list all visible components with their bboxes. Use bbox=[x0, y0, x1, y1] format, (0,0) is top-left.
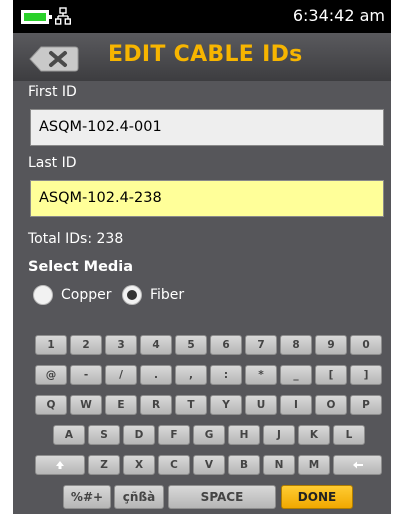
key-c[interactable]: C bbox=[158, 455, 190, 475]
key-z[interactable]: Z bbox=[88, 455, 120, 475]
key-x[interactable]: X bbox=[123, 455, 155, 475]
symbols-key[interactable]: %#+ bbox=[63, 485, 111, 509]
key-shift[interactable] bbox=[35, 455, 85, 475]
key-3[interactable]: 3 bbox=[105, 335, 137, 355]
key-m[interactable]: M bbox=[298, 455, 330, 475]
key-n[interactable]: N bbox=[263, 455, 295, 475]
fiber-radio[interactable] bbox=[122, 285, 142, 305]
key-j[interactable]: J bbox=[263, 425, 295, 445]
key-p[interactable]: P bbox=[350, 395, 382, 415]
key-e[interactable]: E bbox=[105, 395, 137, 415]
key-u[interactable]: U bbox=[245, 395, 277, 415]
key-backspace[interactable] bbox=[333, 455, 382, 475]
copper-radio-label[interactable]: Copper bbox=[61, 287, 111, 303]
key-d[interactable]: D bbox=[123, 425, 155, 445]
key-a[interactable]: A bbox=[53, 425, 85, 445]
total-ids-text: Total IDs: 238 bbox=[28, 231, 124, 247]
fiber-radio-label[interactable]: Fiber bbox=[150, 287, 184, 303]
key-comma[interactable]: , bbox=[175, 365, 207, 385]
title-bar: EDIT CABLE IDs bbox=[13, 33, 391, 81]
last-id-label: Last ID bbox=[28, 155, 77, 171]
key-slash[interactable]: / bbox=[105, 365, 137, 385]
select-media-heading: Select Media bbox=[28, 259, 134, 275]
page-title: EDIT CABLE IDs bbox=[108, 42, 303, 67]
done-button[interactable]: DONE bbox=[281, 485, 353, 509]
key-2[interactable]: 2 bbox=[70, 335, 102, 355]
key-6[interactable]: 6 bbox=[210, 335, 242, 355]
key-s[interactable]: S bbox=[88, 425, 120, 445]
key-t[interactable]: T bbox=[175, 395, 207, 415]
key-y[interactable]: Y bbox=[210, 395, 242, 415]
key-w[interactable]: W bbox=[70, 395, 102, 415]
key-0[interactable]: 0 bbox=[350, 335, 382, 355]
key-period[interactable]: . bbox=[140, 365, 172, 385]
key-hyphen[interactable]: - bbox=[70, 365, 102, 385]
network-icon bbox=[55, 7, 71, 25]
key-9[interactable]: 9 bbox=[315, 335, 347, 355]
key-i[interactable]: I bbox=[280, 395, 312, 415]
key-k[interactable]: K bbox=[298, 425, 330, 445]
accents-key[interactable]: çñßà bbox=[114, 485, 164, 509]
battery-icon bbox=[21, 10, 52, 24]
key-5[interactable]: 5 bbox=[175, 335, 207, 355]
key-underscore[interactable]: _ bbox=[280, 365, 312, 385]
first-id-field[interactable]: ASQM-102.4-001 bbox=[30, 109, 384, 146]
key-7[interactable]: 7 bbox=[245, 335, 277, 355]
copper-radio[interactable] bbox=[33, 285, 53, 305]
key-left-bracket[interactable]: [ bbox=[315, 365, 347, 385]
key-right-bracket[interactable]: ] bbox=[350, 365, 382, 385]
key-q[interactable]: Q bbox=[35, 395, 67, 415]
close-icon[interactable] bbox=[29, 46, 79, 72]
device-screen: 6:34:42 am EDIT CABLE IDs First ID ASQM-… bbox=[13, 0, 391, 514]
status-bar: 6:34:42 am bbox=[13, 0, 391, 33]
key-at[interactable]: @ bbox=[35, 365, 67, 385]
last-id-field[interactable]: ASQM-102.4-238 bbox=[30, 180, 384, 217]
key-8[interactable]: 8 bbox=[280, 335, 312, 355]
key-h[interactable]: H bbox=[228, 425, 260, 445]
clock: 6:34:42 am bbox=[292, 6, 385, 25]
key-g[interactable]: G bbox=[193, 425, 225, 445]
first-id-label: First ID bbox=[28, 84, 77, 100]
backspace-icon bbox=[352, 461, 363, 469]
space-key[interactable]: SPACE bbox=[168, 485, 276, 509]
key-r[interactable]: R bbox=[140, 395, 172, 415]
key-f[interactable]: F bbox=[158, 425, 190, 445]
key-asterisk[interactable]: * bbox=[245, 365, 277, 385]
key-o[interactable]: O bbox=[315, 395, 347, 415]
key-v[interactable]: V bbox=[193, 455, 225, 475]
key-l[interactable]: L bbox=[333, 425, 365, 445]
shift-up-icon bbox=[56, 461, 64, 469]
key-1[interactable]: 1 bbox=[35, 335, 67, 355]
key-colon[interactable]: : bbox=[210, 365, 242, 385]
key-b[interactable]: B bbox=[228, 455, 260, 475]
key-4[interactable]: 4 bbox=[140, 335, 172, 355]
